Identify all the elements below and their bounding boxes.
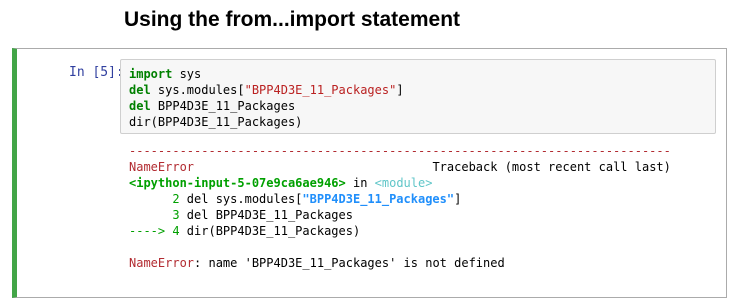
code-text: BPP4D3E_11_Packages bbox=[150, 99, 296, 113]
code-line-3: del BPP4D3E_11_Packages bbox=[129, 99, 295, 113]
final-error-message: : name 'BPP4D3E_11_Packages' is not defi… bbox=[194, 256, 505, 270]
traceback-line-number: 2 bbox=[129, 192, 187, 206]
traceback-arrow: ----> 4 bbox=[129, 224, 187, 238]
traceback-separator: ----------------------------------------… bbox=[129, 144, 671, 158]
code-editor[interactable]: import sys del sys.modules["BPP4D3E_11_P… bbox=[129, 66, 404, 130]
keyword: import bbox=[129, 67, 173, 81]
traceback-label: Traceback (most recent call last) bbox=[432, 160, 671, 174]
code-text: sys bbox=[172, 67, 202, 81]
error-name: NameError bbox=[129, 160, 195, 174]
keyword: del bbox=[129, 83, 151, 97]
code-line-2: del sys.modules["BPP4D3E_11_Packages"] bbox=[129, 83, 404, 97]
input-prompt: In [5]: bbox=[69, 65, 124, 80]
in-text: in bbox=[345, 176, 375, 190]
module-ref: <module> bbox=[374, 176, 433, 190]
error-output: ----------------------------------------… bbox=[129, 143, 671, 271]
code-cell[interactable]: In [5]: import sys del sys.modules["BPP4… bbox=[12, 48, 727, 298]
traceback-code: dir(BPP4D3E_11_Packages) bbox=[186, 224, 361, 238]
code-line-4: dir(BPP4D3E_11_Packages) bbox=[129, 115, 303, 129]
code-input-area[interactable]: import sys del sys.modules["BPP4D3E_11_P… bbox=[120, 59, 716, 134]
final-error-name: NameError bbox=[129, 256, 195, 270]
traceback-code: del BPP4D3E_11_Packages bbox=[186, 208, 353, 222]
ipython-input-ref: <ipython-input-5-07e9ca6ae946> bbox=[129, 176, 346, 190]
traceback-code: del sys.modules[ bbox=[186, 192, 303, 206]
code-line-1: import sys bbox=[129, 67, 201, 81]
section-heading: Using the from...import statement bbox=[124, 8, 461, 31]
traceback-string: "BPP4D3E_11_Packages" bbox=[302, 192, 455, 206]
traceback-line-number: 3 bbox=[129, 208, 187, 222]
keyword: del bbox=[129, 99, 151, 113]
traceback-code: ] bbox=[454, 192, 462, 206]
code-text: ] bbox=[396, 83, 404, 97]
code-text: sys.modules[ bbox=[150, 83, 245, 97]
string-literal: "BPP4D3E_11_Packages" bbox=[244, 83, 397, 97]
